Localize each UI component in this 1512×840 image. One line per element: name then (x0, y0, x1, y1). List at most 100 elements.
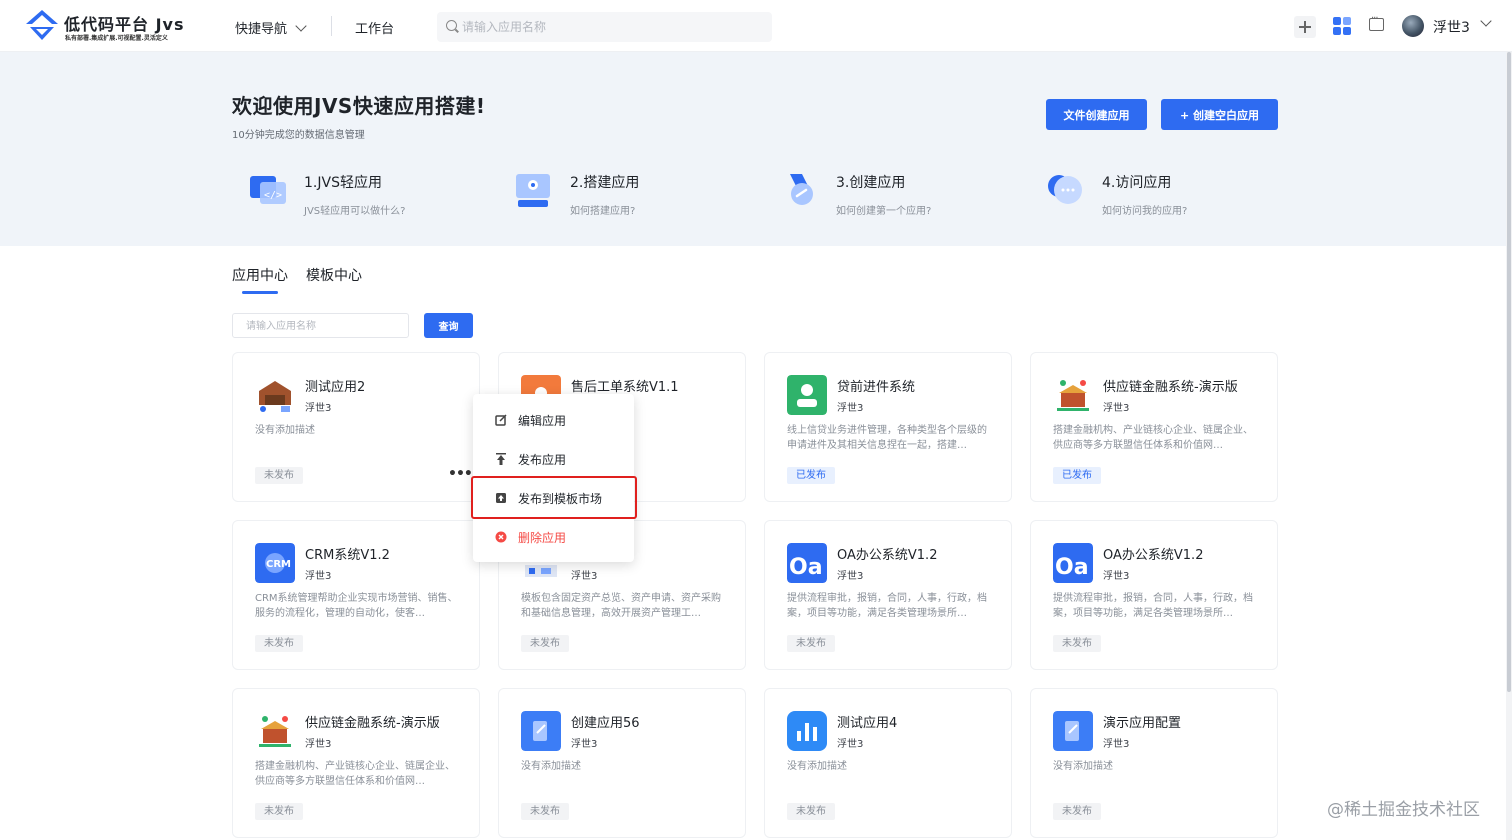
oa-icon: Oa (1053, 543, 1093, 583)
app-card-owner: 浮世3 (305, 739, 332, 750)
tab-template-center[interactable]: 模板中心 (306, 265, 362, 285)
step-title: 3.创建应用 (836, 175, 906, 191)
brand-slogan: 私有部署.集成扩展.可视配置.灵活定义 (65, 35, 168, 42)
svg-text:CRM: CRM (266, 559, 291, 570)
user-name[interactable]: 浮世3 (1433, 17, 1470, 37)
workbench-link[interactable]: 工作台 (355, 18, 394, 37)
welcome-banner (0, 52, 1512, 246)
app-card-title: 测试应用2 (305, 380, 366, 395)
app-search-input[interactable] (233, 315, 408, 338)
quick-nav-label: 快捷导航 (235, 22, 288, 37)
app-card[interactable]: CRM CRM系统V1.2 浮世3 CRM系统管理帮助企业实现市场营销、销售、服务的流… (232, 520, 480, 670)
edit-icon (495, 414, 507, 426)
app-card[interactable]: 创建应用56 浮世3 没有添加描述 未发布 (498, 688, 746, 838)
app-card-desc: 没有添加描述 (1053, 761, 1113, 772)
loan-icon (787, 375, 827, 415)
menu-item-publish-app[interactable]: 发布应用 (473, 440, 634, 479)
svg-text:Oa: Oa (789, 555, 823, 580)
scrollbar-thumb[interactable] (1507, 52, 1511, 692)
menu-item-label: 删除应用 (518, 531, 567, 545)
app-card-owner: 浮世3 (571, 571, 598, 582)
app-card-title: OA办公系统V1.2 (837, 548, 938, 563)
app-card-desc: 搭建金融机构、产业链核心企业、链属企业、供应商等多方联盟信任体系和价值网… (1053, 425, 1253, 451)
delete-icon (495, 531, 507, 543)
publish-icon (496, 453, 506, 465)
menu-item-publish-to-market[interactable]: 发布到模板市场 (473, 479, 634, 518)
apps-grid-icon[interactable] (1333, 17, 1351, 35)
market-icon (496, 493, 506, 503)
app-card[interactable]: 演示应用配置浮世3 没有添加描述未发布 (1030, 688, 1278, 838)
app-card-owner: 浮世3 (1103, 571, 1130, 582)
file-create-app-button[interactable]: 文件创建应用 (1046, 99, 1147, 130)
quick-nav-dropdown[interactable]: 快捷导航 (235, 18, 307, 37)
app-card-desc: 没有添加描述 (255, 425, 315, 436)
step-desc: JVS轻应用可以做什么? (304, 206, 406, 217)
app-card[interactable]: 贷前进件系统 浮世3 线上信贷业务进件管理，各种类型各个层级的申请进件及其相关信息捏… (764, 352, 1012, 502)
app-blue-icon (1053, 711, 1093, 751)
top-search-box[interactable] (437, 12, 772, 42)
app-card[interactable]: Oa OA办公系统V1.2 浮世3 提供流程审批，报销，合同，人事，行政，档案，项目等… (764, 520, 1012, 670)
app-card[interactable]: 测试应用4 浮世3 没有添加描述 未发布 (764, 688, 1012, 838)
status-badge: 未发布 (521, 803, 569, 820)
query-button[interactable]: 查询 (424, 313, 473, 338)
status-badge: 未发布 (255, 467, 303, 484)
app-card-title: 测试应用4 (837, 716, 898, 731)
status-badge: 未发布 (787, 803, 835, 820)
create-blank-app-button[interactable]: + 创建空白应用 (1161, 99, 1278, 130)
step-title: 4.访问应用 (1102, 175, 1172, 191)
app-search-box[interactable] (232, 313, 409, 338)
status-badge: 已发布 (1053, 467, 1101, 484)
app-blue-icon (521, 711, 561, 751)
app-card-desc: 没有添加描述 (787, 761, 847, 772)
status-badge: 未发布 (787, 635, 835, 652)
top-search-input[interactable] (462, 12, 762, 42)
app-card-title: 售后工单系统V1.1 (571, 380, 679, 395)
app-card-title: 供应链金融系统-演示版 (305, 716, 440, 731)
page-subtitle: 10分钟完成您的数据信息管理 (232, 130, 365, 141)
add-icon[interactable] (1294, 16, 1316, 38)
search-icon (446, 20, 457, 31)
scrollbar[interactable] (1506, 52, 1512, 840)
app-card-title: 贷前进件系统 (837, 380, 916, 395)
status-badge: 未发布 (255, 635, 303, 652)
menu-item-delete-app[interactable]: 删除应用 (473, 518, 634, 557)
step-title: 2.搭建应用 (570, 175, 640, 191)
nav-divider (331, 16, 332, 36)
watermark: @稀土掘金技术社区 (1327, 800, 1480, 820)
app-card-owner: 浮世3 (1103, 739, 1130, 750)
message-icon[interactable] (1369, 13, 1384, 31)
status-badge: 未发布 (1053, 635, 1101, 652)
menu-item-edit-app[interactable]: 编辑应用 (473, 401, 634, 440)
svg-text:</>: </> (264, 190, 282, 201)
svg-text:Oa: Oa (1055, 555, 1089, 580)
chevron-down-icon[interactable] (1480, 15, 1492, 27)
app-card[interactable]: 测试应用2 浮世3 没有添加描述未发布 ••• (232, 352, 480, 502)
app-card[interactable]: 供应链金融系统-演示版浮世3 搭建金融机构、产业链核心企业、链属企业、供应商等多方… (1030, 352, 1278, 502)
app-card-desc: 提供流程审批，报销，合同，人事，行政，档案，项目等功能，满足各类管理场景所… (787, 593, 987, 619)
more-options-icon[interactable]: ••• (448, 466, 473, 482)
app-card-title: 供应链金融系统-演示版 (1103, 380, 1238, 395)
tab-app-center[interactable]: 应用中心 (232, 265, 288, 285)
top-navbar: 低代码平台 Jvs 私有部署.集成扩展.可视配置.灵活定义 快捷导航 工作台 浮… (0, 0, 1512, 52)
app-card[interactable]: 供应链金融系统-演示版浮世3 搭建金融机构、产业链核心企业、链属企业、供应商等多方… (232, 688, 480, 838)
app-card-title: CRM系统V1.2 (305, 548, 390, 563)
app-card-title: OA办公系统V1.2 (1103, 548, 1204, 563)
app-card-owner: 浮世3 (1103, 403, 1130, 414)
step-desc: 如何访问我的应用? (1102, 206, 1188, 217)
app-card-desc: 搭建金融机构、产业链核心企业、链属企业、供应商等多方联盟信任体系和价值网… (255, 761, 455, 787)
chart-icon (787, 711, 827, 751)
avatar[interactable] (1402, 15, 1424, 37)
chevron-down-icon (295, 19, 307, 32)
monitor-icon (516, 174, 550, 207)
jvs-logo[interactable] (24, 10, 60, 42)
app-card-desc: 线上信贷业务进件管理，各种类型各个层级的申请进件及其相关信息捏在一起，搭建… (787, 425, 987, 451)
menu-item-label: 发布到模板市场 (518, 492, 603, 506)
app-card-title: 演示应用配置 (1103, 716, 1182, 731)
app-card[interactable]: Oa OA办公系统V1.2 浮世3 提供流程审批，报销，合同，人事，行政，档案，项目等… (1030, 520, 1278, 670)
oa-icon: Oa (787, 543, 827, 583)
app-card-owner: 浮世3 (305, 403, 332, 414)
status-badge: 未发布 (1053, 803, 1101, 820)
active-tab-indicator (242, 291, 278, 294)
status-badge: 未发布 (255, 803, 303, 820)
page-title: 欢迎使用JVS快速应用搭建! (232, 94, 486, 118)
